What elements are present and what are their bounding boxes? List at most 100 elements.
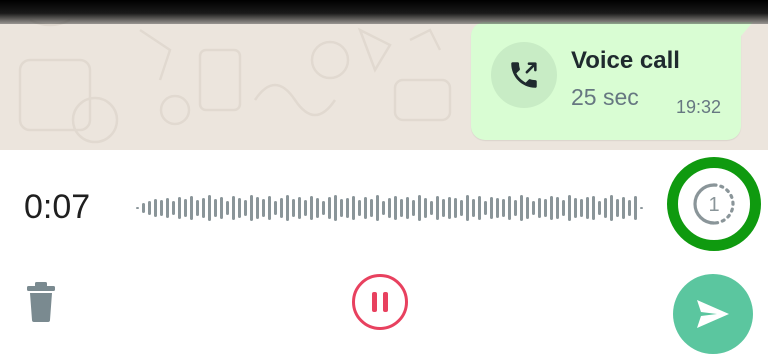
waveform-bar xyxy=(412,200,415,216)
waveform-bar xyxy=(574,198,577,218)
waveform-bar xyxy=(256,197,259,219)
waveform-bar xyxy=(286,195,289,221)
outgoing-call-icon xyxy=(491,42,557,108)
voice-call-message[interactable]: Voice call 25 sec 19:32 xyxy=(471,22,741,140)
waveform-bar xyxy=(148,201,151,215)
waveform-bar xyxy=(268,196,271,220)
bubble-tail xyxy=(741,22,753,36)
message-timestamp: 19:32 xyxy=(675,97,721,117)
waveform-bar xyxy=(598,201,601,215)
waveform-bar xyxy=(556,197,559,219)
waveform-bar xyxy=(208,195,211,221)
waveform-bar xyxy=(358,200,361,216)
waveform-bar xyxy=(316,198,319,218)
pause-recording-button[interactable] xyxy=(352,274,408,330)
waveform-bar xyxy=(136,207,139,209)
playback-speed-value: 1 xyxy=(708,194,719,216)
waveform-bar xyxy=(526,197,529,219)
waveform-bar xyxy=(352,196,355,220)
recording-timer: 0:07 xyxy=(24,188,91,226)
waveform-bar xyxy=(160,200,163,216)
waveform-bar xyxy=(544,199,547,217)
waveform-bar xyxy=(508,196,511,220)
waveform-bar xyxy=(226,201,229,215)
waveform-bar xyxy=(604,198,607,218)
top-shadow xyxy=(0,0,768,24)
waveform-bar xyxy=(322,201,325,215)
waveform-bar xyxy=(502,199,505,217)
waveform-bar xyxy=(496,198,499,218)
waveform-bar xyxy=(262,199,265,217)
waveform-bar xyxy=(592,196,595,220)
waveform-bar xyxy=(364,197,367,219)
waveform-bar xyxy=(280,198,283,218)
waveform-bar xyxy=(238,198,241,218)
trash-icon xyxy=(27,282,55,322)
waveform-bar xyxy=(442,199,445,217)
waveform-bar xyxy=(310,196,313,220)
send-recording-button[interactable] xyxy=(673,274,753,354)
waveform-bar xyxy=(184,199,187,217)
waveform-bar xyxy=(490,197,493,219)
waveform-bar xyxy=(586,197,589,219)
waveform-bar xyxy=(580,199,583,217)
waveform-bar xyxy=(142,203,145,213)
waveform-bar xyxy=(394,196,397,220)
waveform-bar xyxy=(616,199,619,217)
waveform-bar xyxy=(448,197,451,219)
waveform-bar xyxy=(172,201,175,215)
playback-speed-button[interactable]: 1 xyxy=(667,157,761,251)
waveform-bar xyxy=(334,195,337,221)
waveform-bar xyxy=(484,201,487,215)
waveform-bar xyxy=(406,197,409,219)
waveform-bar xyxy=(346,198,349,218)
waveform-bar xyxy=(340,199,343,217)
waveform-bar xyxy=(472,199,475,217)
waveform-bar xyxy=(538,198,541,218)
waveform-bar xyxy=(154,199,157,217)
waveform-bar xyxy=(640,207,643,209)
waveform-bar xyxy=(550,196,553,220)
waveform-bar xyxy=(454,198,457,218)
waveform-bar xyxy=(418,195,421,221)
call-duration: 25 sec xyxy=(571,84,639,110)
waveform-bar xyxy=(376,195,379,221)
waveform-bar xyxy=(400,199,403,217)
waveform-bar xyxy=(298,197,301,219)
waveform-bar xyxy=(214,199,217,217)
recording-waveform xyxy=(136,195,643,221)
waveform-bar xyxy=(562,200,565,216)
waveform-bar xyxy=(250,195,253,221)
waveform-bar xyxy=(520,195,523,221)
waveform-bar xyxy=(610,195,613,221)
waveform-bar xyxy=(424,198,427,218)
waveform-bar xyxy=(382,201,385,215)
waveform-bar xyxy=(196,200,199,216)
waveform-bar xyxy=(304,200,307,216)
waveform-bar xyxy=(220,197,223,219)
waveform-bar xyxy=(292,199,295,217)
waveform-bar xyxy=(430,201,433,215)
waveform-bar xyxy=(460,200,463,216)
waveform-bar xyxy=(370,199,373,217)
waveform-bar xyxy=(568,195,571,221)
waveform-bar xyxy=(178,197,181,219)
waveform-bar xyxy=(388,198,391,218)
waveform-bar xyxy=(478,196,481,220)
call-title: Voice call xyxy=(571,47,680,74)
playback-speed-icon: 1 xyxy=(693,183,735,225)
waveform-bar xyxy=(202,198,205,218)
waveform-bar xyxy=(466,195,469,221)
delete-recording-button[interactable] xyxy=(26,282,56,327)
waveform-bar xyxy=(190,196,193,220)
waveform-bar xyxy=(244,200,247,216)
waveform-bar xyxy=(628,200,631,216)
waveform-bar xyxy=(532,201,535,215)
send-icon xyxy=(697,300,729,328)
waveform-bar xyxy=(514,200,517,216)
waveform-bar xyxy=(622,197,625,219)
waveform-bar xyxy=(634,196,637,220)
waveform-bar xyxy=(436,196,439,220)
waveform-bar xyxy=(166,198,169,218)
waveform-bar xyxy=(274,201,277,215)
